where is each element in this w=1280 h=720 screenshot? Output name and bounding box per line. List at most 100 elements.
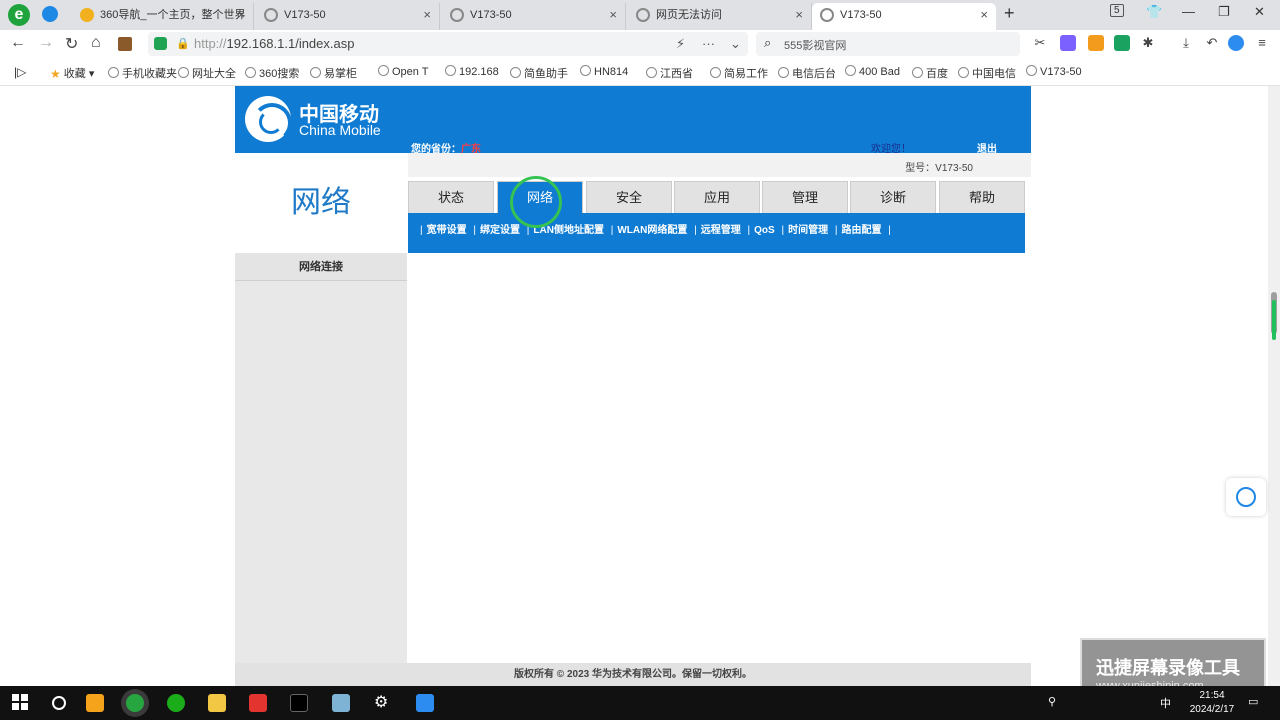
bookmark-item[interactable]: 手机收藏夹 bbox=[108, 65, 177, 81]
bookmark-item[interactable]: ★ 收藏 ▾ bbox=[50, 65, 94, 81]
tab-count-badge[interactable]: 5 bbox=[1110, 4, 1124, 17]
menu-tab-help[interactable]: 帮助 bbox=[939, 181, 1025, 213]
browser-tab[interactable]: 360导航_一个主页，整个世界 × bbox=[72, 3, 254, 30]
taskbar-folder-icon[interactable] bbox=[208, 694, 226, 712]
taskbar-app-icon[interactable] bbox=[416, 694, 434, 712]
forward-button[interactable]: → bbox=[38, 34, 54, 52]
extension-game-icon[interactable] bbox=[1088, 35, 1104, 51]
submenu-binding[interactable]: 绑定设置 bbox=[480, 225, 520, 236]
sidebar-toggle-icon[interactable]: |▷ bbox=[14, 65, 26, 79]
menu-icon[interactable]: ≡ bbox=[1254, 35, 1270, 51]
people-icon[interactable]: ⚲ bbox=[1048, 695, 1056, 708]
close-window-button[interactable]: ✕ bbox=[1254, 4, 1265, 20]
phone-icon bbox=[108, 67, 119, 78]
menu-tab-security[interactable]: 安全 bbox=[586, 181, 672, 213]
menu-tab-application[interactable]: 应用 bbox=[674, 181, 760, 213]
bookmark-item[interactable]: 百度 bbox=[912, 65, 948, 81]
bookmark-favicon-icon bbox=[510, 67, 521, 78]
undo-icon[interactable]: ↶ bbox=[1204, 35, 1220, 51]
bookmark-item[interactable]: V173-50 bbox=[1026, 65, 1082, 78]
scissors-icon[interactable]: ✂ bbox=[1032, 35, 1048, 51]
bookmark-item[interactable]: 400 Bad bbox=[845, 65, 900, 78]
new-tab-button[interactable]: + bbox=[1004, 3, 1015, 24]
tab-favicon-icon bbox=[820, 8, 834, 22]
extension-bag-icon[interactable] bbox=[118, 37, 132, 51]
left-menu-item-network-connection[interactable]: 网络连接 bbox=[235, 253, 407, 281]
star-icon: ★ bbox=[50, 67, 61, 81]
submenu-wlan[interactable]: WLAN网络配置 bbox=[617, 225, 687, 236]
taskbar-settings-icon[interactable]: ⚙ bbox=[374, 694, 392, 712]
tab-close-icon[interactable]: × bbox=[795, 3, 803, 27]
tab-close-icon[interactable]: × bbox=[237, 3, 245, 27]
notification-icon[interactable]: ▭ bbox=[1248, 695, 1258, 708]
bookmark-item[interactable]: HN814 bbox=[580, 65, 628, 78]
browser-tab[interactable]: V173-50 × bbox=[442, 3, 626, 30]
back-button[interactable]: ← bbox=[10, 34, 26, 52]
menu-tab-management[interactable]: 管理 bbox=[762, 181, 848, 213]
bookmark-favicon-icon bbox=[958, 67, 969, 78]
bookmark-item[interactable]: 江西省 bbox=[646, 65, 693, 81]
browser-logo-icon[interactable]: e bbox=[8, 4, 30, 26]
chevron-down-icon[interactable]: ⌄ bbox=[730, 36, 741, 52]
taskbar: ⚙ ⚲ 中 21:54 2024/2/17 ▭ bbox=[0, 686, 1280, 720]
browser-tab[interactable]: 网页无法访问 × bbox=[628, 3, 812, 30]
submenu-qos[interactable]: QoS bbox=[754, 225, 775, 236]
bookmark-favicon-icon bbox=[178, 67, 189, 78]
menu-tab-status[interactable]: 状态 bbox=[408, 181, 494, 213]
tab-search-icon[interactable] bbox=[42, 6, 58, 22]
scroll-indicator bbox=[1272, 300, 1276, 340]
assist-icon bbox=[1236, 487, 1256, 507]
ime-indicator[interactable]: 中 bbox=[1160, 695, 1171, 711]
download-icon[interactable]: ⤓ bbox=[1178, 35, 1194, 51]
reload-button[interactable]: ↻ bbox=[65, 34, 78, 54]
taskbar-browser-icon[interactable] bbox=[126, 694, 144, 712]
extension-purple-icon[interactable] bbox=[1060, 35, 1076, 51]
submenu-remote[interactable]: 远程管理 bbox=[701, 225, 741, 236]
bookmark-favicon-icon bbox=[1026, 65, 1037, 76]
lightning-icon[interactable]: ⚡ bbox=[676, 36, 685, 52]
windows-start-icon[interactable] bbox=[12, 694, 30, 712]
bookmark-item[interactable]: 简鱼助手 bbox=[510, 65, 568, 81]
bookmark-item[interactable]: 中国电信 bbox=[958, 65, 1016, 81]
extensions-puzzle-icon[interactable]: ✱ bbox=[1140, 35, 1156, 51]
tab-close-icon[interactable]: × bbox=[423, 3, 431, 27]
home-button[interactable]: ⌂ bbox=[91, 34, 101, 52]
section-title: 网络 bbox=[235, 153, 407, 253]
submenu-route[interactable]: 路由配置 bbox=[841, 225, 881, 236]
bookmark-item[interactable]: 360搜索 bbox=[245, 65, 299, 81]
bookmark-item[interactable]: Open T bbox=[378, 65, 429, 78]
floating-assist-button[interactable] bbox=[1226, 478, 1266, 516]
bookmark-item[interactable]: 易掌柜 bbox=[310, 65, 357, 81]
browser-tab[interactable]: V173-50 × bbox=[256, 3, 440, 30]
extension-green-icon[interactable] bbox=[1114, 35, 1130, 51]
submenu-broadband[interactable]: 宽带设置 bbox=[427, 225, 467, 236]
taskbar-notepad-icon[interactable] bbox=[332, 694, 350, 712]
tab-close-icon[interactable]: × bbox=[980, 3, 988, 27]
search-box[interactable]: ⌕ 555影视官网 bbox=[756, 32, 1020, 56]
search-icon[interactable] bbox=[52, 696, 66, 710]
bookmark-item[interactable]: 简易工作 bbox=[710, 65, 768, 81]
bookmark-item[interactable]: 网址大全 bbox=[178, 65, 236, 81]
bookmark-favicon-icon bbox=[778, 67, 789, 78]
taskbar-wps-icon[interactable] bbox=[249, 694, 267, 712]
tab-close-icon[interactable]: × bbox=[609, 3, 617, 27]
url-text[interactable]: http://192.168.1.1/index.asp bbox=[194, 36, 354, 51]
system-clock[interactable]: 21:54 2024/2/17 bbox=[1182, 689, 1242, 717]
address-bar-row: ← → ↻ ⌂ 🔒 http://192.168.1.1/index.asp ⚡… bbox=[0, 30, 1280, 58]
menu-tab-diagnose[interactable]: 诊断 bbox=[850, 181, 936, 213]
taskbar-telnet-icon[interactable] bbox=[290, 694, 308, 712]
submenu-time[interactable]: 时间管理 bbox=[788, 225, 828, 236]
url-field[interactable]: 🔒 http://192.168.1.1/index.asp ⚡ ··· ⌄ bbox=[148, 32, 748, 56]
taskbar-wechat-icon[interactable] bbox=[167, 694, 185, 712]
security-shield-icon bbox=[154, 37, 167, 50]
skin-icon[interactable]: 👕 bbox=[1146, 4, 1162, 20]
page-scrollbar[interactable] bbox=[1268, 86, 1280, 686]
minimize-button[interactable]: — bbox=[1182, 4, 1195, 19]
more-icon[interactable]: ··· bbox=[702, 36, 715, 51]
taskbar-app-star-icon[interactable] bbox=[86, 694, 104, 712]
bookmark-item[interactable]: 电信后台 bbox=[778, 65, 836, 81]
account-icon[interactable] bbox=[1228, 35, 1244, 51]
bookmark-item[interactable]: 192.168 bbox=[445, 65, 499, 78]
maximize-button[interactable]: ❐ bbox=[1218, 4, 1230, 20]
browser-tab-active[interactable]: V173-50 × bbox=[812, 3, 996, 30]
